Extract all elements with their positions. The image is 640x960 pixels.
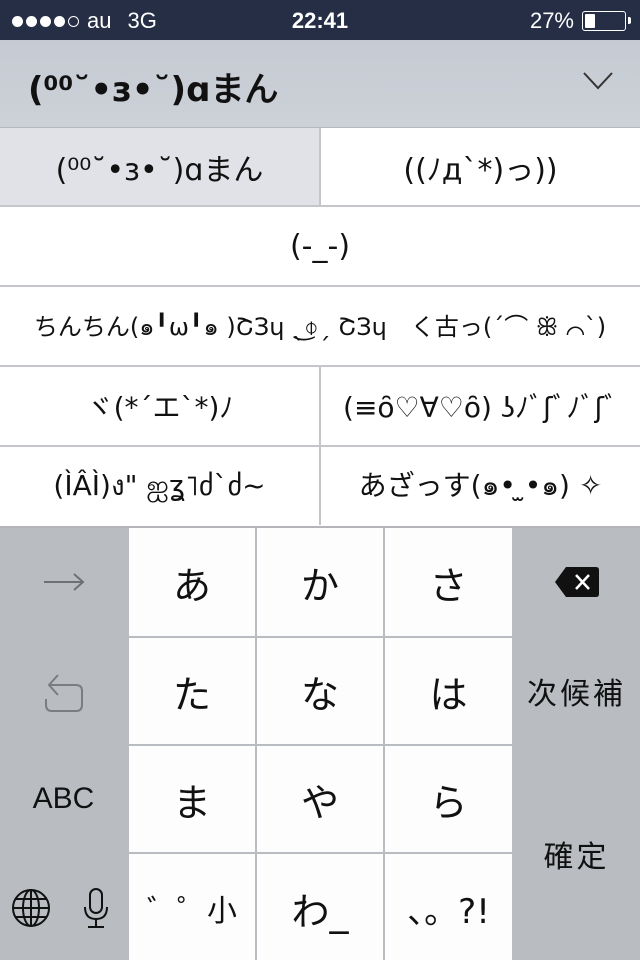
key-label: ら [429, 780, 468, 825]
key-label: あ [172, 563, 211, 608]
globe-icon [12, 889, 50, 927]
key-label: ま [172, 780, 211, 825]
status-right: 27% [529, 8, 631, 34]
candidate-item[interactable]: (≡ȏ♡∀♡ȏ) ʖﾉﾞʃﾞﾉﾞʃﾞ [319, 367, 640, 445]
next-candidate-key[interactable]: 次候補 [513, 638, 640, 744]
kana-key-ma[interactable]: ま [129, 746, 255, 852]
chevron-down-icon[interactable] [582, 70, 614, 92]
key-label: か [300, 563, 339, 608]
battery-icon [582, 11, 631, 31]
key-label: さ [429, 563, 468, 608]
confirm-key[interactable]: 確定 [513, 746, 640, 960]
candidate-item[interactable]: ちんちん(๑╹ω╹๑ )ՇЗɥ ˎ͜⌽ˏ ՇЗɥ く古っ(´⌒ ꕥ ⌒`) [0, 287, 640, 365]
battery-tip [628, 17, 631, 24]
delete-key[interactable] [513, 528, 640, 636]
kana-key-a[interactable]: あ [129, 528, 255, 636]
candidate-row: ちんちん(๑╹ω╹๑ )ՇЗɥ ˎ͜⌽ˏ ՇЗɥ く古っ(´⌒ ꕥ ⌒`) [0, 287, 640, 367]
candidate-row: (⁰⁰˘•з•˘)ɑまん ((ﾉд`*)っ)) [0, 128, 640, 207]
kana-key-ya[interactable]: や [257, 746, 383, 852]
globe-key[interactable] [0, 854, 62, 960]
candidate-item[interactable]: ヾ(*´エ`*)ﾉ [0, 367, 319, 445]
candidate-item[interactable]: (-_-) [0, 207, 640, 285]
candidate-item[interactable]: ((ﾉд`*)っ)) [319, 128, 640, 205]
key-label: ゛゜小 [147, 894, 237, 929]
dakuten-small-key[interactable]: ゛゜小 [129, 854, 255, 960]
kana-keyboard: あ か さ た な は 次候補 ABC ま や ら 確定 ゛゜小 わ_ 、。?! [0, 526, 640, 960]
kana-key-sa[interactable]: さ [385, 528, 512, 636]
key-label: は [429, 672, 468, 717]
kana-key-ha[interactable]: は [385, 638, 512, 744]
key-label: ABC [32, 782, 95, 815]
key-label: や [300, 780, 339, 825]
candidate-list: (⁰⁰˘•з•˘)ɑまん ((ﾉд`*)っ)) (-_-) ちんちん(๑╹ω╹๑… [0, 128, 640, 526]
undo-icon [44, 674, 83, 712]
arrow-right-icon [43, 573, 85, 591]
candidate-row: ヾ(*´エ`*)ﾉ (≡ȏ♡∀♡ȏ) ʖﾉﾞʃﾞﾉﾞʃﾞ [0, 367, 640, 447]
key-label: 、。?! [407, 891, 490, 932]
kana-key-na[interactable]: な [257, 638, 383, 744]
key-label: た [172, 672, 211, 717]
microphone-icon [83, 888, 108, 928]
candidate-item[interactable]: あざっす(๑• ̫•๑) ✧ [319, 447, 640, 525]
battery-fill [585, 14, 596, 28]
abc-key[interactable]: ABC [0, 746, 127, 852]
candidate-item[interactable]: (ÌÂÌ)ง" ஐʓ˥ძ`ძ~ [0, 447, 319, 525]
kana-key-wa[interactable]: わ_ [257, 854, 383, 960]
kana-key-ka[interactable]: か [257, 528, 383, 636]
delete-icon [554, 567, 599, 597]
punctuation-key[interactable]: 、。?! [385, 854, 512, 960]
undo-key[interactable] [0, 638, 127, 744]
candidate-header: (⁰⁰˘•з•˘)ɑまん [0, 40, 640, 128]
kana-key-ra[interactable]: ら [385, 746, 512, 852]
kana-key-ta[interactable]: た [129, 638, 255, 744]
selected-candidate: (⁰⁰˘•з•˘)ɑまん [28, 70, 279, 110]
candidate-item-selected[interactable]: (⁰⁰˘•з•˘)ɑまん [0, 128, 319, 205]
candidate-row: (ÌÂÌ)ง" ஐʓ˥ძ`ძ~ あざっす(๑• ̫•๑) ✧ [0, 447, 640, 525]
key-label: 次候補 [527, 677, 626, 712]
key-label: な [300, 672, 339, 717]
status-bar: au 3G 22:41 27% [0, 0, 640, 40]
microphone-key[interactable] [64, 854, 127, 960]
battery-percent: 27% [529, 8, 574, 33]
next-arrow-key[interactable] [0, 528, 127, 636]
candidate-row: (-_-) [0, 207, 640, 287]
key-label: 確定 [543, 840, 610, 875]
key-label: わ_ [291, 889, 349, 934]
